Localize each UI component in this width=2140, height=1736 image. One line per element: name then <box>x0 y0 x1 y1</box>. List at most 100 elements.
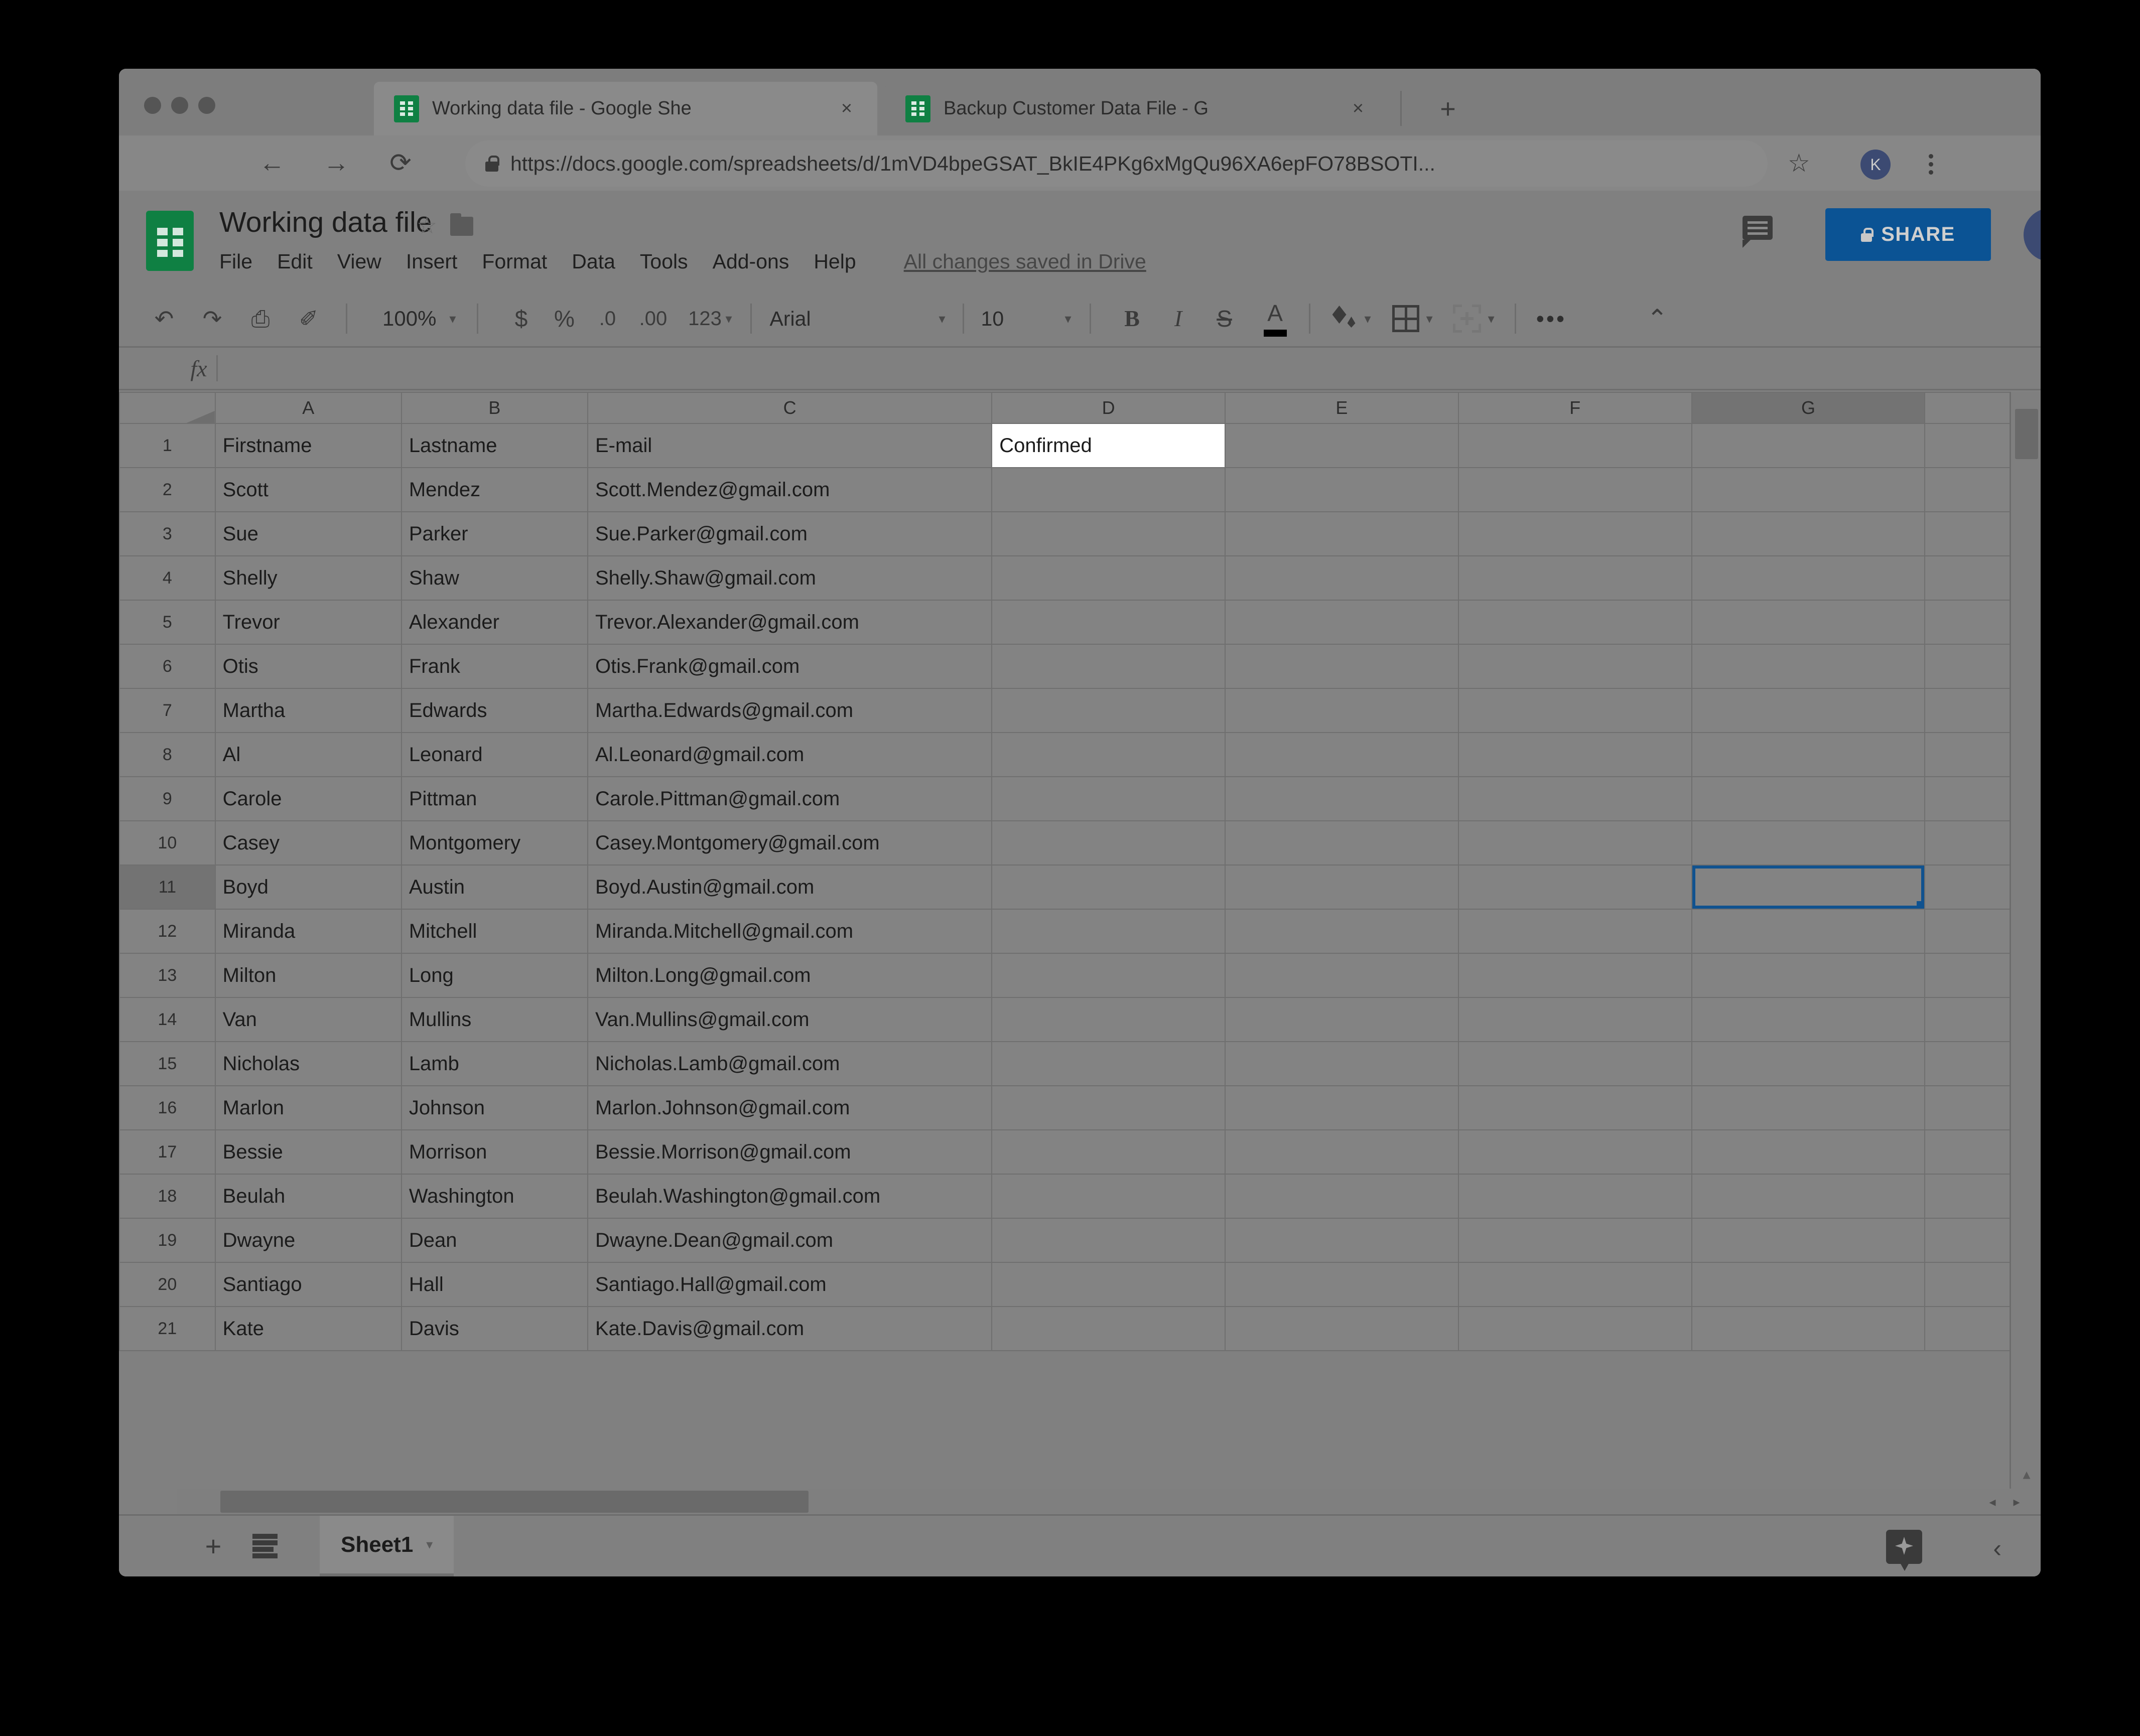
cell-E1[interactable] <box>1225 423 1459 468</box>
cell-G20[interactable] <box>1691 1262 1926 1307</box>
sheets-logo-icon[interactable] <box>146 211 194 271</box>
cell-B4[interactable]: Shaw <box>400 555 588 601</box>
borders-icon[interactable] <box>1392 305 1419 332</box>
cell-G7[interactable] <box>1691 688 1926 733</box>
cell-F21[interactable] <box>1457 1306 1692 1351</box>
cell-C7[interactable]: Martha.Edwards@gmail.com <box>587 688 993 733</box>
cell-A9[interactable]: Carole <box>214 776 402 821</box>
cell-G21[interactable] <box>1691 1306 1926 1351</box>
browser-tab-backup-customer-data-file[interactable]: Backup Customer Data File - G × <box>885 82 1389 135</box>
column-header-f[interactable]: F <box>1457 392 1692 424</box>
cell-B9[interactable]: Pittman <box>400 776 588 821</box>
cell-B5[interactable]: Alexander <box>400 600 588 645</box>
cell-B18[interactable]: Washington <box>400 1174 588 1219</box>
folder-icon[interactable] <box>450 213 473 236</box>
add-sheet-icon[interactable]: + <box>199 1530 227 1562</box>
function-icon[interactable]: fx <box>181 355 216 382</box>
row-header-7[interactable]: 7 <box>119 688 216 733</box>
currency-format-icon[interactable]: $ <box>499 291 543 346</box>
cell-C3[interactable]: Sue.Parker@gmail.com <box>587 511 993 556</box>
cell-E16[interactable] <box>1225 1085 1459 1130</box>
row-header-17[interactable]: 17 <box>119 1129 216 1175</box>
page-title[interactable]: Working data file <box>219 206 432 239</box>
cell-E21[interactable] <box>1225 1306 1459 1351</box>
cell-D4[interactable] <box>991 555 1226 601</box>
cell-B19[interactable]: Dean <box>400 1218 588 1263</box>
cell-A10[interactable]: Casey <box>214 820 402 865</box>
undo-icon[interactable]: ↶ <box>140 291 188 346</box>
cell-D16[interactable] <box>991 1085 1226 1130</box>
row-header-8[interactable]: 8 <box>119 732 216 777</box>
cell-A14[interactable]: Van <box>214 997 402 1042</box>
column-header-a[interactable]: A <box>214 392 402 424</box>
collapse-toolbar-icon[interactable]: ⌃ <box>1647 304 1668 333</box>
cell-D13[interactable] <box>991 953 1226 998</box>
cell-B21[interactable]: Davis <box>400 1306 588 1351</box>
menu-data[interactable]: Data <box>572 250 615 273</box>
cell-C20[interactable]: Santiago.Hall@gmail.com <box>587 1262 993 1307</box>
row-header-6[interactable]: 6 <box>119 644 216 689</box>
cell-A17[interactable]: Bessie <box>214 1129 402 1175</box>
cell-B8[interactable]: Leonard <box>400 732 588 777</box>
cell-G4[interactable] <box>1691 555 1926 601</box>
menu-help[interactable]: Help <box>814 250 856 273</box>
row-header-13[interactable]: 13 <box>119 953 216 998</box>
cell-B11[interactable]: Austin <box>400 864 588 910</box>
cell-A1[interactable]: Firstname <box>214 423 402 468</box>
font-family-selector[interactable]: Arial ▾ <box>770 307 946 331</box>
close-icon[interactable]: × <box>837 99 856 118</box>
cell-C21[interactable]: Kate.Davis@gmail.com <box>587 1306 993 1351</box>
cell-A8[interactable]: Al <box>214 732 402 777</box>
explore-icon[interactable] <box>1886 1530 1922 1564</box>
bold-icon[interactable]: B <box>1109 291 1155 346</box>
cell-G6[interactable] <box>1691 644 1926 689</box>
cell-A7[interactable]: Martha <box>214 688 402 733</box>
cell-A16[interactable]: Marlon <box>214 1085 402 1130</box>
cell-C18[interactable]: Beulah.Washington@gmail.com <box>587 1174 993 1219</box>
cell-G14[interactable] <box>1691 997 1926 1042</box>
column-header-c[interactable]: C <box>587 392 993 424</box>
vertical-scrollbar-thumb[interactable] <box>2015 409 2038 459</box>
cell-E8[interactable] <box>1225 732 1459 777</box>
cell-D21[interactable] <box>991 1306 1226 1351</box>
row-header-14[interactable]: 14 <box>119 997 216 1042</box>
column-header-d[interactable]: D <box>991 392 1226 424</box>
cell-D10[interactable] <box>991 820 1226 865</box>
menu-format[interactable]: Format <box>482 250 547 273</box>
comments-icon[interactable] <box>1743 216 1773 240</box>
row-header-21[interactable]: 21 <box>119 1306 216 1351</box>
percent-format-icon[interactable]: % <box>543 291 586 346</box>
chevron-down-icon[interactable]: ▾ <box>1365 311 1371 327</box>
merge-cells-icon[interactable] <box>1452 305 1481 333</box>
cell-B12[interactable]: Mitchell <box>400 909 588 954</box>
zoom-selector[interactable]: 100% ▾ <box>382 307 456 331</box>
column-header-e[interactable]: E <box>1225 392 1459 424</box>
column-header-b[interactable]: B <box>400 392 588 424</box>
cell-B2[interactable]: Mendez <box>400 467 588 512</box>
cell-F18[interactable] <box>1457 1174 1692 1219</box>
row-header-4[interactable]: 4 <box>119 555 216 601</box>
cell-F3[interactable] <box>1457 511 1692 556</box>
cell-B13[interactable]: Long <box>400 953 588 998</box>
cell-F7[interactable] <box>1457 688 1692 733</box>
bookmark-star-icon[interactable]: ☆ <box>1788 151 1810 176</box>
cell-E18[interactable] <box>1225 1174 1459 1219</box>
cell-F19[interactable] <box>1457 1218 1692 1263</box>
row-header-9[interactable]: 9 <box>119 776 216 821</box>
cell-F5[interactable] <box>1457 600 1692 645</box>
scroll-right-icon[interactable]: ▸ <box>2007 1491 2027 1513</box>
row-header-5[interactable]: 5 <box>119 600 216 645</box>
cell-F13[interactable] <box>1457 953 1692 998</box>
cell-B6[interactable]: Frank <box>400 644 588 689</box>
cell-B15[interactable]: Lamb <box>400 1041 588 1086</box>
cell-E9[interactable] <box>1225 776 1459 821</box>
cell-C19[interactable]: Dwayne.Dean@gmail.com <box>587 1218 993 1263</box>
cell-A12[interactable]: Miranda <box>214 909 402 954</box>
back-arrow-icon[interactable]: ← <box>255 147 289 180</box>
cell-G1[interactable] <box>1691 423 1926 468</box>
cell-C5[interactable]: Trevor.Alexander@gmail.com <box>587 600 993 645</box>
cell-F17[interactable] <box>1457 1129 1692 1175</box>
menu-file[interactable]: File <box>219 250 252 273</box>
cell-C6[interactable]: Otis.Frank@gmail.com <box>587 644 993 689</box>
cell-F8[interactable] <box>1457 732 1692 777</box>
